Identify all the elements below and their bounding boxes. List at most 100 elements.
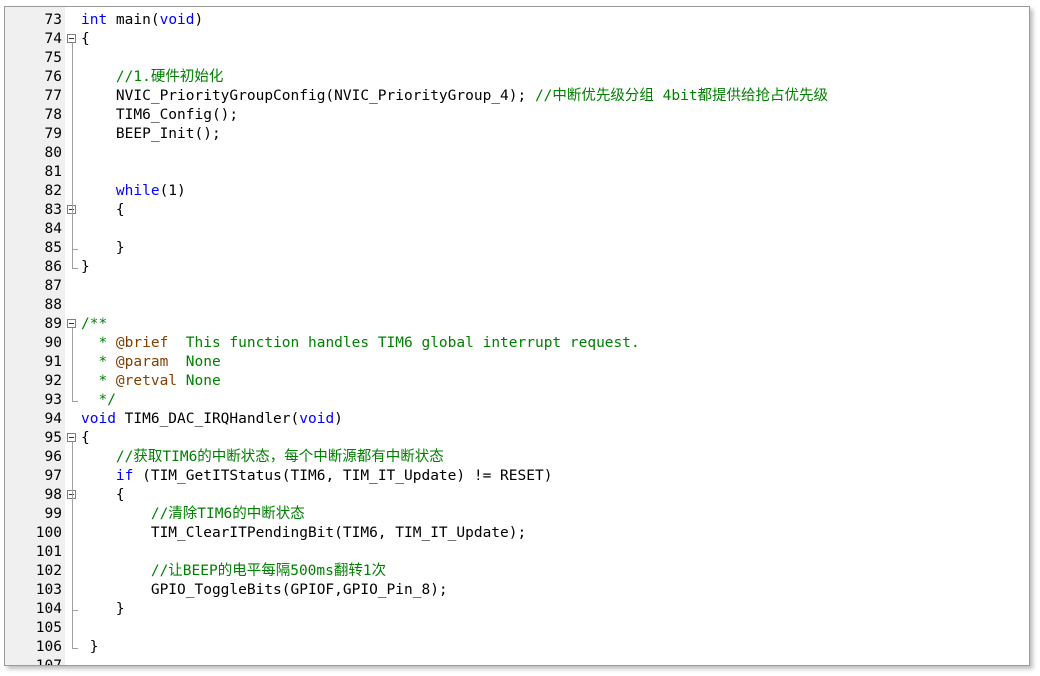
code-line[interactable]: 95 { xyxy=(5,429,1029,448)
code-text: * @retval None xyxy=(81,372,221,391)
code-line[interactable]: 94 void TIM6_DAC_IRQHandler(void) xyxy=(5,410,1029,429)
code-line[interactable]: 83 { xyxy=(5,201,1029,220)
line-number: 106 xyxy=(35,639,62,655)
fold-collapse-icon[interactable] xyxy=(67,319,76,328)
line-number: 85 xyxy=(44,240,62,256)
code-editor-window: 73 int main(void) 74{75 76 //1.硬件初始化 77 NVIC… xyxy=(4,6,1030,666)
line-number: 105 xyxy=(35,620,62,636)
code-token: @param xyxy=(115,354,169,370)
code-text: /** xyxy=(81,315,107,334)
code-line[interactable]: 74 { xyxy=(5,30,1029,49)
fold-guide-line xyxy=(72,328,73,391)
line-number: 76 xyxy=(44,69,62,85)
code-text: NVIC_PriorityGroupConfig(NVIC_PriorityGr… xyxy=(81,87,828,106)
code-line[interactable]: 104 } xyxy=(5,600,1029,619)
line-number: 89 xyxy=(44,316,62,332)
line-number: 81 xyxy=(44,164,62,180)
code-line[interactable]: 77 NVIC_PriorityGroupConfig(NVIC_Priorit… xyxy=(5,87,1029,106)
code-line[interactable]: 76 //1.硬件初始化 xyxy=(5,68,1029,87)
code-line[interactable]: 87 xyxy=(5,277,1029,296)
code-token: { xyxy=(81,31,90,47)
code-text: { xyxy=(81,486,125,505)
code-line[interactable]: 80 xyxy=(5,144,1029,163)
code-line[interactable]: 105 xyxy=(5,619,1029,638)
code-token: TIM6_DAC_IRQHandler( xyxy=(115,411,300,427)
code-line[interactable]: 102 //让BEEP的电平每隔500ms翻转1次 xyxy=(5,562,1029,581)
code-text: //获取TIM6的中断状态，每个中断源都有中断状态 xyxy=(81,448,444,467)
code-token: void xyxy=(299,411,335,427)
line-number: 75 xyxy=(44,50,62,66)
fold-end-marker-icon xyxy=(72,638,78,649)
code-line[interactable]: 106 } xyxy=(5,638,1029,657)
code-line[interactable]: 85 } xyxy=(5,239,1029,258)
code-token: void xyxy=(159,12,195,28)
code-token: (TIM_GetITStatus(TIM6, TIM_IT_Update) !=… xyxy=(133,468,553,484)
code-token: This function handles TIM6 global interr… xyxy=(168,335,640,351)
fold-collapse-icon[interactable] xyxy=(67,34,76,43)
code-line[interactable]: 82 while(1) xyxy=(5,182,1029,201)
fold-end-marker-icon xyxy=(72,391,78,402)
line-number: 84 xyxy=(44,221,62,237)
code-line[interactable]: 92 * @retval None xyxy=(5,372,1029,391)
code-line[interactable]: 81 xyxy=(5,163,1029,182)
code-token: ) xyxy=(194,12,204,28)
code-token: //清除TIM6的中断状态 xyxy=(81,506,305,522)
code-line[interactable]: 84 xyxy=(5,220,1029,239)
line-number: 99 xyxy=(44,506,62,522)
line-number: 86 xyxy=(44,259,62,275)
line-number: 103 xyxy=(35,582,62,598)
line-number: 107 xyxy=(35,658,62,666)
code-token: } xyxy=(81,639,99,655)
code-token: { xyxy=(81,487,125,503)
code-text: } xyxy=(81,638,99,657)
line-number: 97 xyxy=(44,468,62,484)
code-line[interactable]: 88 xyxy=(5,296,1029,315)
code-text: * @param None xyxy=(81,353,220,372)
code-line[interactable]: 78 TIM6_Config(); xyxy=(5,106,1029,125)
line-number: 88 xyxy=(44,297,62,313)
code-token: //让BEEP的电平每隔500ms翻转1次 xyxy=(81,563,387,579)
line-number: 79 xyxy=(44,126,62,142)
code-line[interactable]: 90 * @brief This function handles TIM6 g… xyxy=(5,334,1029,353)
code-text: } xyxy=(81,239,125,258)
code-line[interactable]: 101 xyxy=(5,543,1029,562)
code-line[interactable]: 96 //获取TIM6的中断状态，每个中断源都有中断状态 xyxy=(5,448,1029,467)
code-token: NVIC_PriorityGroupConfig(NVIC_PriorityGr… xyxy=(81,88,535,104)
code-line[interactable]: 89 /** xyxy=(5,315,1029,334)
code-token: GPIO_ToggleBits(GPIOF,GPIO_Pin_8); xyxy=(81,582,448,598)
fold-collapse-icon[interactable] xyxy=(67,433,76,442)
code-line[interactable]: 73 int main(void) xyxy=(5,11,1029,30)
code-text: GPIO_ToggleBits(GPIOF,GPIO_Pin_8); xyxy=(81,581,448,600)
code-token: TIM6_Config(); xyxy=(81,107,239,123)
code-text: int main(void) xyxy=(81,11,203,30)
code-line[interactable]: 97 if (TIM_GetITStatus(TIM6, TIM_IT_Upda… xyxy=(5,467,1029,486)
code-line[interactable]: 75 xyxy=(5,49,1029,68)
code-token: * xyxy=(81,373,116,389)
code-text: } xyxy=(81,258,90,277)
code-line[interactable]: 99 //清除TIM6的中断状态 xyxy=(5,505,1029,524)
code-token: } xyxy=(81,259,90,275)
code-line[interactable]: 93 */ xyxy=(5,391,1029,410)
code-text: //1.硬件初始化 xyxy=(81,68,223,87)
code-line[interactable]: 100 TIM_ClearITPendingBit(TIM6, TIM_IT_U… xyxy=(5,524,1029,543)
code-line[interactable]: 91 * @param None xyxy=(5,353,1029,372)
code-text: { xyxy=(81,429,90,448)
code-area[interactable]: 73 int main(void) 74{75 76 //1.硬件初始化 77 NVIC… xyxy=(5,11,1029,666)
code-token: } xyxy=(81,240,125,256)
fold-end-marker-icon xyxy=(72,258,78,269)
code-text: */ xyxy=(81,391,115,410)
code-token: None xyxy=(177,373,221,389)
code-line[interactable]: 103 GPIO_ToggleBits(GPIOF,GPIO_Pin_8); xyxy=(5,581,1029,600)
fold-guide-line xyxy=(72,43,73,258)
code-token: @brief xyxy=(115,335,169,351)
code-line[interactable]: 98 { xyxy=(5,486,1029,505)
code-line[interactable]: 79 BEEP_Init(); xyxy=(5,125,1029,144)
code-line[interactable]: 107 xyxy=(5,657,1029,666)
code-line[interactable]: 86} xyxy=(5,258,1029,277)
code-token: * xyxy=(81,354,116,370)
code-text: { xyxy=(81,201,125,220)
code-token: //中断优先级分组 4bit都提供给抢占优先级 xyxy=(534,88,829,104)
code-token: TIM_ClearITPendingBit(TIM6, TIM_IT_Updat… xyxy=(81,525,527,541)
code-text: TIM6_Config(); xyxy=(81,106,238,125)
